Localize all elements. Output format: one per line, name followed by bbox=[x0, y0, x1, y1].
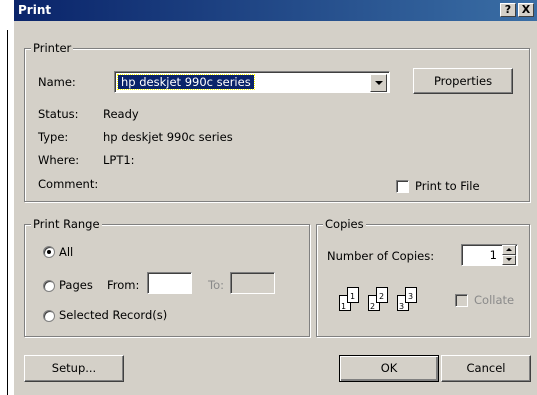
copies-value: 1 bbox=[489, 248, 497, 262]
radio-pages-label[interactable]: Pages bbox=[59, 278, 93, 292]
type-value: hp deskjet 990c series bbox=[103, 130, 233, 144]
print-dialog: Print ? X Printer Name: hp deskjet 990c … bbox=[14, 0, 537, 395]
title-bar[interactable]: Print ? X bbox=[14, 0, 537, 21]
copies-group-label: Copies bbox=[323, 217, 366, 231]
where-value: LPT1: bbox=[103, 153, 135, 167]
print-to-file-label[interactable]: Print to File bbox=[415, 179, 480, 193]
comment-label: Comment: bbox=[38, 177, 99, 191]
type-label: Type: bbox=[38, 130, 69, 144]
radio-all-label[interactable]: All bbox=[59, 245, 73, 259]
to-label: To: bbox=[208, 278, 224, 292]
printer-name-label: Name: bbox=[38, 75, 76, 89]
printer-name-dropdown[interactable]: hp deskjet 990c series bbox=[114, 71, 390, 93]
where-label: Where: bbox=[38, 153, 80, 167]
from-input[interactable] bbox=[147, 272, 192, 294]
radio-selected-records[interactable] bbox=[43, 310, 55, 322]
window-title: Print bbox=[18, 3, 52, 17]
status-value: Ready bbox=[103, 107, 139, 121]
page-icon: 2 bbox=[376, 287, 388, 303]
cancel-button[interactable]: Cancel bbox=[441, 355, 531, 382]
close-button[interactable]: X bbox=[518, 3, 534, 17]
to-input[interactable] bbox=[230, 272, 275, 294]
print-range-group: Print Range All Pages From: To: Selected… bbox=[24, 217, 310, 337]
printer-name-value: hp deskjet 990c series bbox=[117, 74, 255, 90]
spin-up-button[interactable] bbox=[502, 245, 516, 255]
copies-spinner[interactable]: 1 bbox=[461, 244, 518, 266]
print-to-file-checkbox[interactable] bbox=[396, 180, 409, 193]
radio-pages[interactable] bbox=[43, 280, 55, 292]
number-of-copies-label: Number of Copies: bbox=[327, 249, 435, 263]
page-icon: 3 bbox=[405, 287, 417, 303]
arrow-up-icon bbox=[506, 248, 512, 251]
help-button[interactable]: ? bbox=[500, 3, 516, 17]
collate-label[interactable]: Collate bbox=[474, 293, 514, 307]
printer-group: Printer Name: hp deskjet 990c series Pro… bbox=[24, 41, 530, 202]
background-window-edge bbox=[0, 0, 14, 395]
arrow-down-icon bbox=[506, 258, 512, 261]
radio-selected-records-label[interactable]: Selected Record(s) bbox=[59, 308, 167, 322]
radio-all[interactable] bbox=[43, 246, 55, 258]
spin-down-button[interactable] bbox=[502, 255, 516, 265]
chevron-down-icon bbox=[375, 81, 383, 85]
status-label: Status: bbox=[38, 107, 79, 121]
printer-group-label: Printer bbox=[31, 41, 74, 55]
print-range-group-label: Print Range bbox=[31, 217, 102, 231]
dropdown-button[interactable] bbox=[370, 74, 387, 92]
page-icon: 1 bbox=[347, 287, 359, 303]
collate-checkbox[interactable] bbox=[455, 294, 468, 307]
copies-group: Copies Number of Copies: 1 1 1 2 2 3 3 C… bbox=[316, 217, 530, 337]
setup-button[interactable]: Setup... bbox=[24, 355, 124, 382]
from-label: From: bbox=[107, 278, 140, 292]
properties-button[interactable]: Properties bbox=[413, 68, 513, 94]
ok-button[interactable]: OK bbox=[339, 355, 439, 382]
